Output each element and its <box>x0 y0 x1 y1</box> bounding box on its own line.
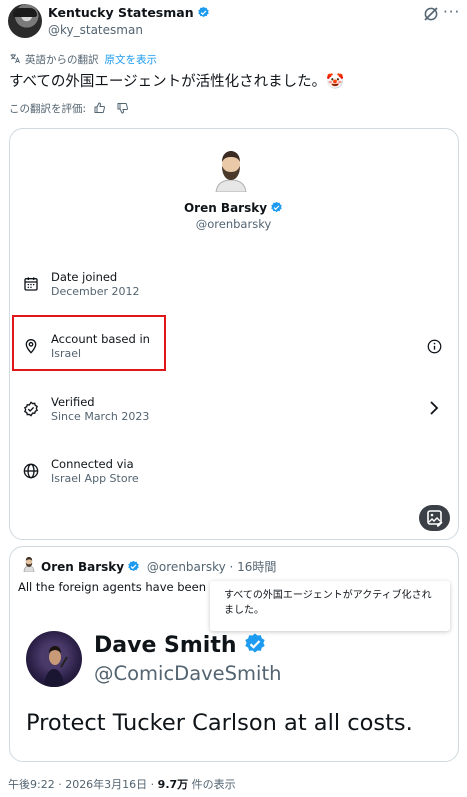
post-meta: 午後9:22 · 2026年3月16日 · 9.7万 件の表示 <box>8 776 236 792</box>
author-handle[interactable]: @ky_statesman <box>48 23 143 37</box>
calendar-icon <box>24 277 38 291</box>
connected-via-label: Connected via <box>51 457 134 471</box>
profile-name-row[interactable]: Oren Barsky <box>0 201 467 215</box>
verified-badge-icon <box>244 633 265 653</box>
translation-note-row: 英語からの翻訳 原文を表示 <box>9 52 157 67</box>
rate-translation-row: この翻訳を評価: <box>9 101 129 116</box>
quoted-image-handle: @ComicDaveSmith <box>94 662 282 685</box>
translate-icon <box>10 54 20 64</box>
dave-smith-avatar <box>26 631 82 687</box>
quoted-post-text: All the foreign agents have been activat… <box>18 580 214 594</box>
dave-smith-photo <box>44 646 68 687</box>
verified-label: Verified <box>51 395 95 409</box>
quoted-image-name-row: Dave Smith <box>94 632 267 658</box>
show-original-link[interactable]: 原文を表示 <box>105 54 158 66</box>
profile-avatar[interactable] <box>210 146 252 192</box>
verified-value: Since March 2023 <box>51 410 150 423</box>
author-avatar[interactable] <box>8 4 42 38</box>
info-icon[interactable] <box>427 339 442 354</box>
author-name-row[interactable]: Kentucky Statesman <box>48 5 210 20</box>
profile-handle[interactable]: @orenbarsky <box>0 217 467 231</box>
date-joined-label: Date joined <box>51 270 118 284</box>
more-options-icon[interactable]: ··· <box>443 3 460 21</box>
author-name[interactable]: Kentucky Statesman <box>48 5 194 20</box>
verified-badge-outline-icon <box>24 401 38 417</box>
thumbs-up-icon[interactable] <box>93 102 106 114</box>
image-edit-icon <box>427 510 443 527</box>
translation-note: 英語からの翻訳 <box>25 54 99 66</box>
views-label: 件の表示 <box>188 778 236 791</box>
quoted-header[interactable]: Oren Barsky @orenbarsky · 16時間 <box>41 558 276 575</box>
translation-tooltip: すべての外国エージェントがアクティブ化されました。 <box>210 581 450 631</box>
quoted-author-name[interactable]: Oren Barsky <box>41 560 124 574</box>
connected-via-value: Israel App Store <box>51 472 139 485</box>
grok-icon[interactable] <box>422 5 440 23</box>
post-timestamp[interactable]: 午後9:22 · 2026年3月16日 · <box>8 778 158 791</box>
highlight-annotation <box>12 315 166 371</box>
quoted-author-avatar[interactable] <box>22 556 36 572</box>
date-joined-value: December 2012 <box>51 285 140 298</box>
views-count: 9.7万 <box>157 778 189 791</box>
verified-badge-icon <box>271 201 282 213</box>
verified-badge-icon <box>197 6 209 18</box>
quoted-image-name: Dave Smith <box>94 633 237 658</box>
rate-translation-label: この翻訳を評価: <box>9 103 87 115</box>
image-edit-button[interactable] <box>419 505 450 531</box>
quoted-image-text: Protect Tucker Carlson at all costs. <box>26 710 413 736</box>
verified-badge-icon <box>128 560 139 572</box>
profile-name[interactable]: Oren Barsky <box>184 201 267 215</box>
globe-icon <box>23 463 39 479</box>
post-text: すべての外国エージェントが活性化されました。🤡 <box>9 74 345 90</box>
chevron-right-icon[interactable] <box>428 401 440 415</box>
quoted-handle-time[interactable]: @orenbarsky · 16時間 <box>147 560 277 574</box>
thumbs-down-icon[interactable] <box>116 102 129 114</box>
